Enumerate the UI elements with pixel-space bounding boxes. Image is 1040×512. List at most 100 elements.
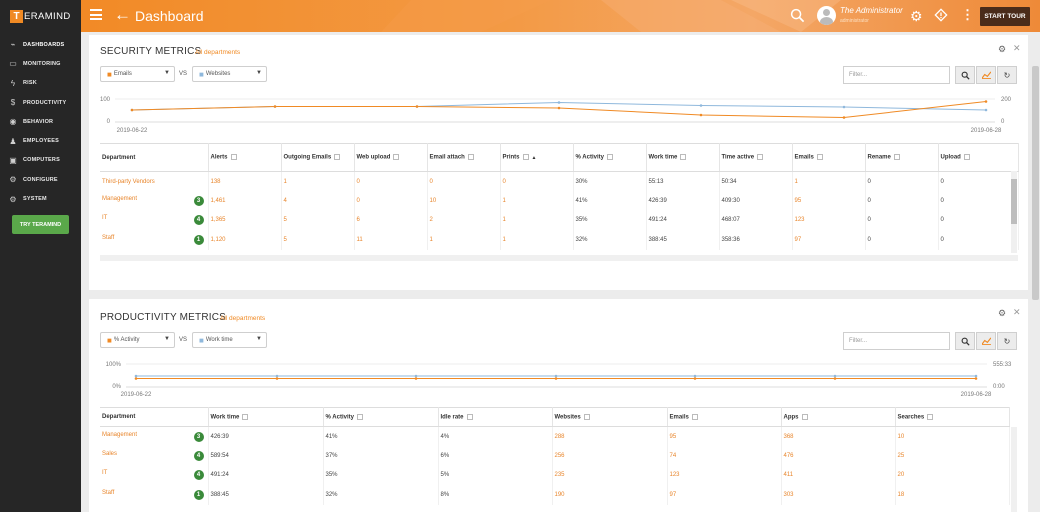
column-filter-icon[interactable] [893, 154, 900, 161]
department-cell[interactable]: Staff 1 [100, 230, 209, 250]
cell-prints[interactable]: 0 [500, 171, 574, 191]
metric-select-left[interactable]: ■ % Activity ▼ [100, 332, 175, 348]
department-cell[interactable]: IT 4 [100, 210, 209, 230]
column-header[interactable]: Emails [792, 143, 866, 172]
column-filter-icon[interactable] [583, 413, 590, 420]
cell-alerts[interactable]: 138 [208, 171, 282, 191]
column-filter-icon[interactable] [801, 413, 808, 420]
department-link[interactable]: Third-party Vendors [102, 179, 155, 185]
column-header[interactable]: Upload [938, 143, 1019, 172]
cell-web[interactable]: 0 [354, 171, 428, 191]
sidebar-item-behavior[interactable]: ◉ BEHAVIOR [0, 112, 81, 131]
column-header[interactable]: Work time [208, 407, 324, 427]
column-header[interactable]: Work time [646, 143, 720, 172]
table-row[interactable]: IT 4 1,365 5 6 2 1 35% 491:24 468:07 123 0 0 [100, 210, 1019, 230]
column-header[interactable]: Web upload [354, 143, 428, 172]
table-row[interactable]: IT 4 491:24 35% 5% 235 123 411 20 [100, 465, 1010, 485]
department-link[interactable]: Staff [102, 235, 114, 241]
cell-emails[interactable]: 97 [667, 485, 782, 505]
table-row[interactable]: Sales 4 589:54 37% 6% 256 74 476 25 [100, 446, 1010, 466]
column-filter-icon[interactable] [757, 154, 764, 161]
filter-input[interactable]: Filter... [843, 332, 950, 350]
panel-settings-gear-icon[interactable]: ⚙ [998, 308, 1006, 319]
department-cell[interactable]: Management 3 [100, 191, 209, 211]
cell-emails[interactable]: 97 [792, 230, 866, 250]
cell-searches[interactable]: 20 [895, 465, 1010, 485]
column-header[interactable]: Idle rate [438, 407, 553, 427]
refresh-button[interactable]: ↻ [997, 332, 1017, 350]
cell-emails[interactable]: 74 [667, 446, 782, 466]
cell-prints[interactable]: 1 [500, 210, 574, 230]
column-header[interactable]: Websites [552, 407, 668, 427]
table-row[interactable]: Management 3 1,461 4 0 10 1 41% 426:39 409:30 95 0 0 [100, 191, 1019, 211]
panel-close-icon[interactable]: ✕ [1013, 43, 1021, 54]
department-link[interactable]: Management [102, 196, 137, 202]
cell-emails[interactable]: 95 [792, 191, 866, 211]
column-filter-icon[interactable] [816, 154, 823, 161]
more-options-icon[interactable]: ⋮ [961, 7, 974, 23]
cell-searches[interactable]: 10 [895, 426, 1010, 446]
column-filter-icon[interactable] [691, 413, 698, 420]
search-icon[interactable] [790, 8, 805, 23]
panel-close-icon[interactable]: ✕ [1013, 307, 1021, 318]
table-horizontal-scrollbar[interactable] [100, 255, 1018, 261]
column-filter-icon[interactable] [522, 154, 529, 161]
table-row[interactable]: Management 3 426:39 41% 4% 288 95 368 10 [100, 426, 1010, 446]
cell-attach[interactable]: 10 [427, 191, 501, 211]
sidebar-item-productivity[interactable]: $ PRODUCTIVITY [0, 93, 81, 112]
cell-websites[interactable]: 235 [552, 465, 668, 485]
chart-toggle-button[interactable] [976, 66, 996, 84]
cell-searches[interactable]: 25 [895, 446, 1010, 466]
search-button[interactable] [955, 332, 975, 350]
column-header[interactable]: Email attach [427, 143, 501, 172]
column-header[interactable]: Outgoing Emails [281, 143, 355, 172]
try-teramind-button[interactable]: TRY TERAMIND [12, 215, 69, 234]
department-cell[interactable]: Management 3 [100, 426, 209, 446]
cell-out[interactable]: 1 [281, 171, 355, 191]
column-filter-icon[interactable] [334, 154, 341, 161]
table-vertical-scrollbar[interactable] [1011, 171, 1017, 253]
logo[interactable]: T ERAMIND [0, 0, 81, 32]
page-scrollbar[interactable] [1032, 66, 1039, 300]
column-header[interactable]: Alerts [208, 143, 282, 172]
cell-websites[interactable]: 288 [552, 426, 668, 446]
column-header[interactable]: Time active [719, 143, 793, 172]
department-link[interactable]: Staff [102, 490, 114, 496]
security-department-filter[interactable]: All departments [195, 49, 240, 56]
department-cell[interactable]: Sales 4 [100, 446, 209, 466]
cell-attach[interactable]: 2 [427, 210, 501, 230]
department-cell[interactable]: IT 4 [100, 465, 209, 485]
sidebar-item-system[interactable]: ⚙ SYSTEM [0, 189, 81, 208]
sidebar-item-configure[interactable]: ⚙ CONFIGURE [0, 170, 81, 189]
sidebar-item-computers[interactable]: ▣ COMPUTERS [0, 151, 81, 170]
avatar[interactable] [817, 6, 836, 25]
department-link[interactable]: IT [102, 215, 107, 221]
department-cell[interactable]: Staff 1 [100, 485, 209, 505]
cell-apps[interactable]: 303 [781, 485, 896, 505]
column-filter-icon[interactable] [393, 154, 400, 161]
settings-gear-icon[interactable]: ⚙ [910, 8, 923, 25]
panel-settings-gear-icon[interactable]: ⚙ [998, 44, 1006, 55]
department-link[interactable]: Sales [102, 451, 117, 457]
column-filter-icon[interactable] [467, 154, 474, 161]
column-header[interactable]: Prints ▲ [500, 143, 574, 172]
column-filter-icon[interactable] [230, 154, 237, 161]
column-header[interactable]: Apps [781, 407, 896, 427]
refresh-button[interactable]: ↻ [997, 66, 1017, 84]
cell-web[interactable]: 0 [354, 191, 428, 211]
cell-prints[interactable]: 1 [500, 191, 574, 211]
cell-websites[interactable]: 190 [552, 485, 668, 505]
cell-out[interactable]: 5 [281, 210, 355, 230]
cell-alerts[interactable]: 1,365 [208, 210, 282, 230]
table-row[interactable]: Staff 1 388:45 32% 8% 190 97 303 18 [100, 485, 1010, 505]
cell-emails[interactable]: 95 [667, 426, 782, 446]
sidebar-item-monitoring[interactable]: ▭ MONITORING [0, 54, 81, 73]
sort-ascending-icon[interactable]: ▲ [532, 155, 537, 161]
filter-input[interactable]: Filter... [843, 66, 950, 84]
search-button[interactable] [955, 66, 975, 84]
cell-web[interactable]: 11 [354, 230, 428, 250]
cell-emails[interactable]: 123 [667, 465, 782, 485]
column-filter-icon[interactable] [927, 413, 934, 420]
table-row[interactable]: Third-party Vendors 138 1 0 0 0 30% 55:13 50:34 1… [100, 171, 1019, 191]
alert-warning-icon[interactable] [934, 8, 948, 22]
